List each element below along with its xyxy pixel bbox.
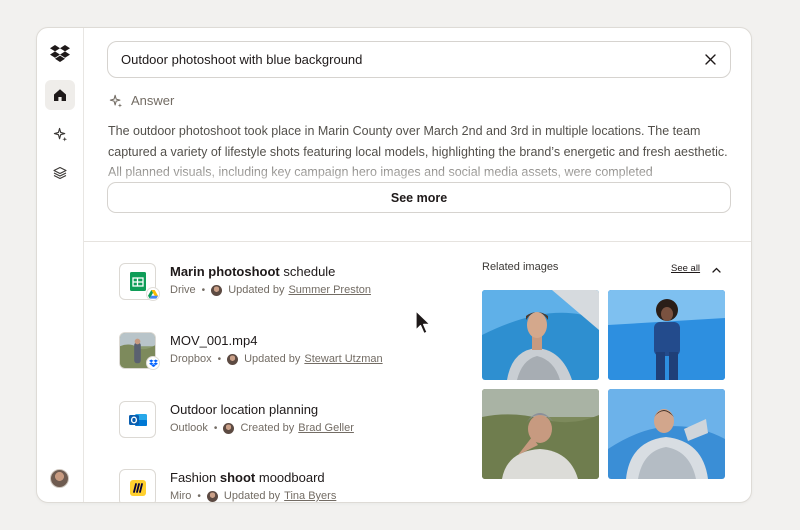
app-window: Answer The outdoor photoshoot took place…: [36, 27, 752, 503]
person-avatar: [206, 490, 218, 502]
result-meta: Drive • Updated by Summer Preston: [170, 284, 371, 296]
result-person-link[interactable]: Summer Preston: [288, 284, 371, 296]
result-person-link[interactable]: Tina Byers: [284, 490, 336, 502]
related-image[interactable]: [482, 290, 599, 380]
result-title[interactable]: Marin photoshoot schedule: [170, 264, 335, 279]
related-image[interactable]: [608, 389, 725, 479]
result-source: Outlook: [170, 422, 208, 434]
person-avatar: [227, 353, 239, 365]
result-meta: Miro • Updated by Tina Byers: [170, 490, 337, 502]
see-more-button[interactable]: See more: [107, 182, 731, 213]
result-title[interactable]: Outdoor location planning: [170, 402, 318, 417]
related-image[interactable]: [482, 389, 599, 479]
google-drive-icon: [146, 287, 160, 301]
result-title[interactable]: Fashion shoot moodboard: [170, 470, 325, 485]
person-avatar: [223, 422, 235, 434]
person-avatar: [211, 284, 223, 296]
result-person-link[interactable]: Stewart Utzman: [304, 353, 382, 365]
result-action: Created by: [240, 422, 295, 434]
user-avatar[interactable]: [50, 469, 69, 488]
result-meta: Dropbox • Updated by Stewart Utzman: [170, 353, 383, 365]
home-icon: [54, 89, 66, 101]
answer-label: Answer: [131, 93, 175, 108]
clear-search-button[interactable]: [702, 52, 718, 68]
dropbox-icon: [146, 356, 160, 370]
related-image[interactable]: [608, 290, 725, 380]
outlook-icon: [119, 401, 156, 438]
search-input[interactable]: [121, 52, 702, 67]
search-bar: [107, 41, 731, 78]
result-title[interactable]: MOV_001.mp4: [170, 333, 257, 348]
result-source: Dropbox: [170, 353, 212, 365]
ai-assist-button[interactable]: [45, 119, 75, 149]
result-action: Updated by: [228, 284, 285, 296]
result-action: Updated by: [223, 490, 281, 502]
sidebar: [37, 28, 84, 502]
stacks-button[interactable]: [45, 158, 75, 188]
miro-icon: [119, 469, 156, 502]
result-person-link[interactable]: Brad Geller: [298, 422, 354, 434]
section-divider: [84, 241, 751, 242]
chevron-up-icon[interactable]: [711, 265, 721, 275]
answer-text: The outdoor photoshoot took place in Mar…: [108, 124, 728, 180]
result-source: Miro: [170, 490, 192, 502]
result-item[interactable]: MOV_001.mp4 Dropbox • Updated by Stewart…: [119, 332, 449, 372]
answer-heading: Answer: [109, 93, 174, 108]
result-source: Drive: [170, 284, 196, 296]
result-action: Updated by: [244, 353, 301, 365]
result-item[interactable]: Fashion shoot moodboard Miro • Updated b…: [119, 469, 449, 502]
sparkle-icon: [109, 94, 123, 108]
close-icon: [704, 54, 716, 65]
result-item[interactable]: Marin photoshoot schedule Drive • Update…: [119, 263, 449, 303]
dropbox-logo-icon[interactable]: [49, 42, 71, 64]
home-button[interactable]: [45, 80, 75, 110]
sparkle-icon: [53, 127, 67, 142]
related-images-title: Related images: [482, 261, 559, 273]
layers-icon: [53, 166, 67, 180]
mouse-cursor-icon: [415, 310, 431, 335]
see-all-link[interactable]: See all: [671, 263, 700, 274]
result-item[interactable]: Outdoor location planning Outlook • Crea…: [119, 401, 449, 441]
result-meta: Outlook • Created by Brad Geller: [170, 422, 354, 434]
